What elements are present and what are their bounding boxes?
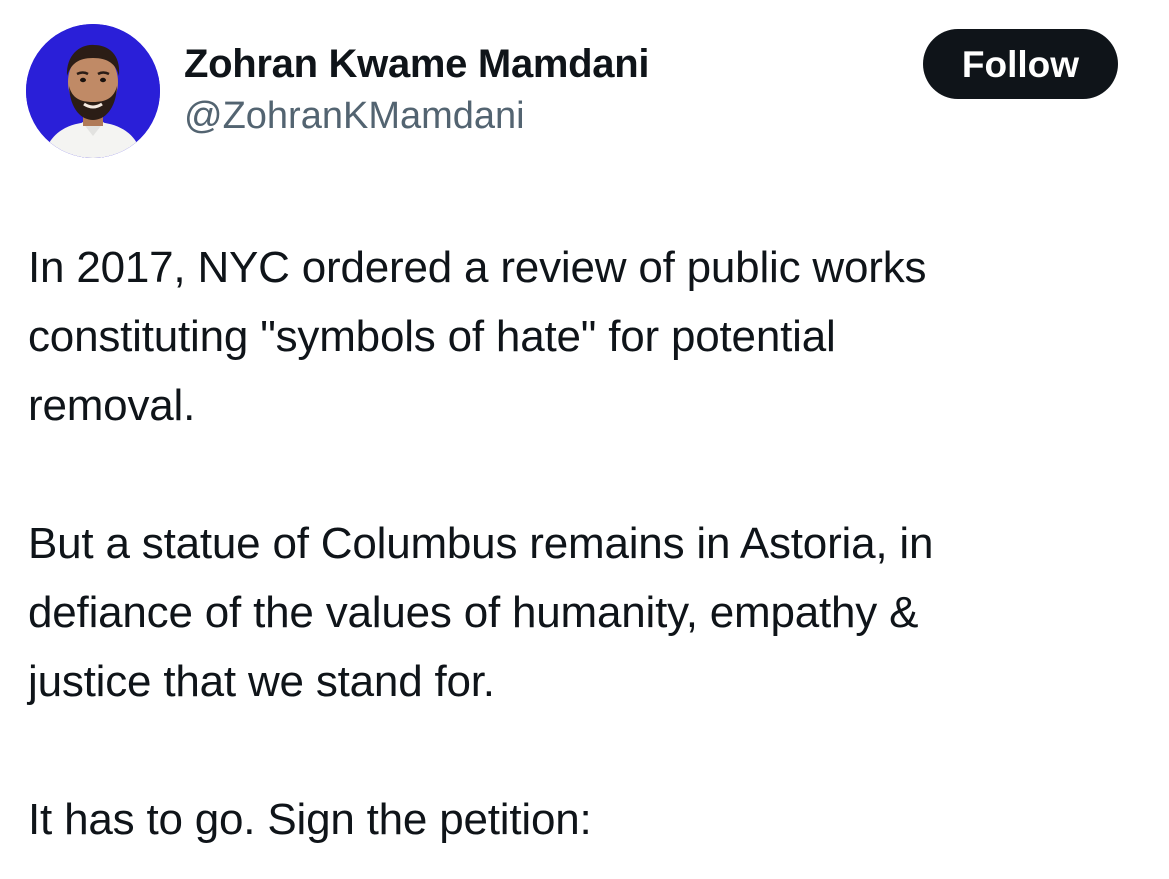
- follow-button[interactable]: Follow: [923, 29, 1118, 99]
- tweet-line: constituting "symbols of hate" for poten…: [28, 312, 836, 361]
- tweet-paragraph: But a statue of Columbus remains in Asto…: [28, 509, 1148, 716]
- tweet-line: In 2017, NYC ordered a review of public …: [28, 243, 927, 292]
- author-handle[interactable]: @ZohranKMamdani: [184, 90, 649, 142]
- author-info: Zohran Kwame Mamdani @ZohranKMamdani: [184, 38, 650, 142]
- profile-photo-icon: [26, 24, 160, 158]
- tweet-text: In 2017, NYC ordered a review of public …: [28, 233, 1148, 854]
- tweet-paragraph: It has to go. Sign the petition:: [28, 785, 1148, 854]
- tweet-line: It has to go. Sign the petition:: [28, 795, 592, 844]
- tweet-line: defiance of the values of humanity, empa…: [28, 588, 919, 637]
- author-display-name[interactable]: Zohran Kwame Mamdani: [184, 38, 650, 90]
- tweet-line: removal.: [28, 381, 196, 430]
- tweet-line: justice that we stand for.: [28, 657, 495, 706]
- author-avatar[interactable]: [26, 24, 160, 158]
- tweet-card: Zohran Kwame Mamdani @ZohranKMamdani Fol…: [0, 0, 1169, 879]
- tweet-line: But a statue of Columbus remains in Asto…: [28, 519, 934, 568]
- tweet-paragraph: In 2017, NYC ordered a review of public …: [28, 233, 1148, 440]
